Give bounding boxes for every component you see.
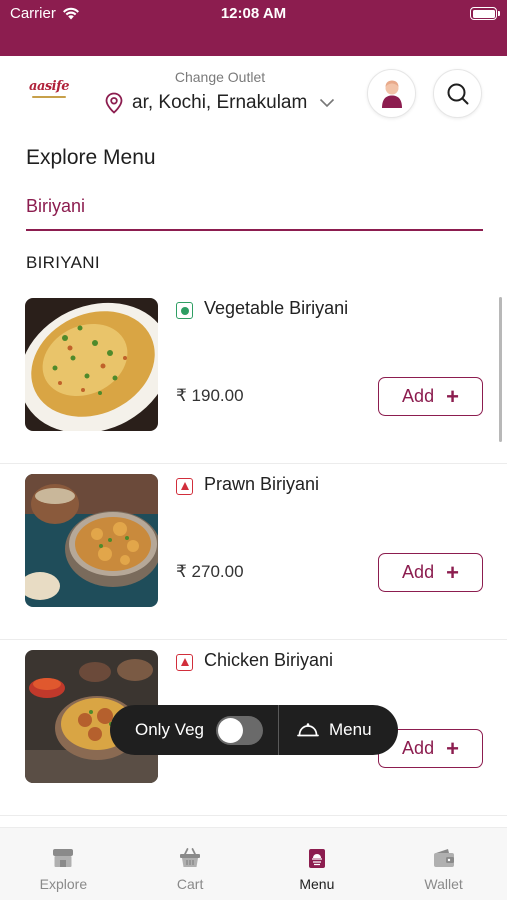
item-name: Chicken Biriyani (204, 650, 334, 670)
item-price: ₹ 190.00 (176, 386, 244, 405)
plus-icon: + (446, 383, 459, 409)
scrollbar[interactable] (499, 297, 502, 442)
wallet-icon (433, 849, 454, 867)
nonveg-indicator-icon (176, 654, 193, 671)
nav-menu[interactable]: Menu (254, 828, 381, 900)
battery-icon (470, 7, 500, 20)
status-bar: Carrier 12:08 AM (0, 0, 507, 56)
add-label: Add (402, 738, 435, 758)
location-pin-icon (105, 92, 123, 114)
nav-explore[interactable]: Explore (0, 828, 127, 900)
outlet-selector[interactable]: ar, Kochi, Ernakulam (104, 92, 335, 114)
search-icon (447, 83, 468, 104)
add-label: Add (402, 386, 435, 406)
outlet-location-text: ar, Kochi, Ernakulam (132, 92, 308, 113)
nav-wallet[interactable]: Wallet (380, 828, 507, 900)
add-button[interactable]: Add + (378, 553, 483, 592)
cloche-icon (297, 723, 319, 737)
only-veg-label: Only Veg (135, 720, 204, 739)
menu-item: Prawn Biriyani ₹ 270.00 Add + (0, 464, 507, 640)
nav-label: Cart (176, 876, 204, 892)
item-image[interactable] (25, 474, 158, 607)
clock: 12:08 AM (220, 5, 287, 22)
menu-button[interactable]: Menu (279, 720, 372, 740)
bottom-navigation: Explore Cart Menu Wallet (0, 827, 507, 900)
page-title: Explore Menu (26, 146, 156, 169)
floating-filter-bar: Only Veg Menu (110, 705, 398, 755)
section-title: BIRIYANI (26, 253, 100, 272)
menu-book-icon (308, 849, 325, 868)
tab-biriyani[interactable]: Biriyani (26, 196, 85, 217)
item-name: Vegetable Biriyani (204, 298, 349, 318)
item-name: Prawn Biriyani (204, 474, 320, 494)
basket-icon (180, 848, 201, 867)
nav-label: Explore (39, 876, 88, 892)
only-veg-filter[interactable]: Only Veg (110, 715, 278, 745)
add-button[interactable]: Add + (378, 377, 483, 416)
avatar-icon (381, 80, 402, 108)
profile-button[interactable] (367, 69, 416, 118)
nav-cart[interactable]: Cart (127, 828, 254, 900)
veg-indicator-icon (176, 302, 193, 319)
item-image[interactable] (25, 298, 158, 431)
chevron-down-icon (320, 98, 335, 108)
nav-label: Wallet (424, 876, 463, 892)
app-header: aasife Change Outlet ar, Kochi, Ernakula… (0, 56, 507, 134)
plus-icon: + (446, 559, 459, 585)
add-label: Add (402, 562, 435, 582)
only-veg-toggle[interactable] (216, 715, 263, 745)
nav-label: Menu (299, 876, 335, 892)
menu-item: Vegetable Biriyani ₹ 190.00 Add + (0, 288, 507, 464)
item-price: ₹ 270.00 (176, 562, 244, 581)
search-button[interactable] (433, 69, 482, 118)
menu-label: Menu (329, 720, 372, 739)
logo-underline (32, 96, 66, 98)
nonveg-indicator-icon (176, 478, 193, 495)
store-icon (53, 849, 74, 867)
plus-icon: + (446, 735, 459, 761)
tab-indicator (26, 229, 483, 231)
